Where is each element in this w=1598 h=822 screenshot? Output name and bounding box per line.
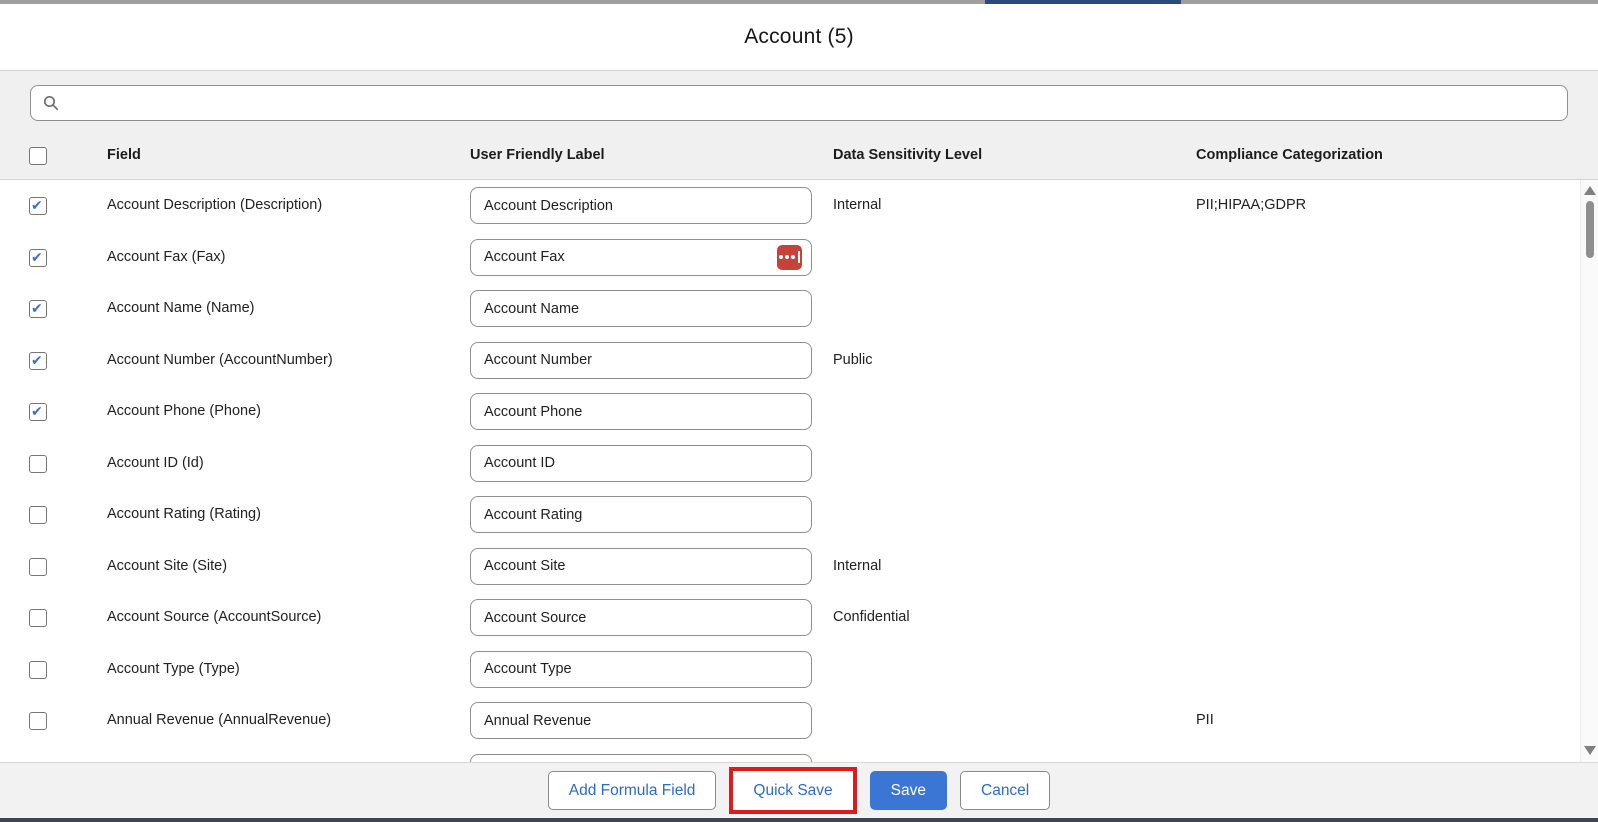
user-friendly-label-input[interactable]	[470, 599, 812, 636]
data-sensitivity-value: Confidential	[833, 592, 910, 644]
field-name: Account ID (Id)	[107, 438, 204, 490]
row-checkbox[interactable]	[29, 712, 47, 730]
user-friendly-label-wrap	[470, 548, 812, 585]
column-header-user-friendly-label: User Friendly Label	[470, 147, 605, 163]
user-friendly-label-wrap	[470, 393, 812, 430]
quick-save-button[interactable]: Quick Save	[733, 771, 852, 810]
row-checkbox[interactable]	[29, 609, 47, 627]
search-icon	[43, 95, 59, 111]
user-friendly-label-wrap	[470, 599, 812, 636]
field-table-body: ✔ Account Description (Description) Inte…	[0, 180, 1598, 762]
table-row: ✔ Annual Revenue (AnnualRevenue) PII	[0, 695, 1598, 747]
title-bar: Account (5)	[0, 4, 1598, 70]
row-checkbox-wrap: ✔	[29, 609, 47, 627]
user-friendly-label-wrap	[470, 342, 812, 379]
bottom-border-line	[0, 818, 1598, 822]
table-row: ✔ Account Phone (Phone)	[0, 386, 1598, 438]
user-friendly-label-wrap	[470, 702, 812, 739]
row-checkbox[interactable]	[29, 455, 47, 473]
annotation-highlight-box: Quick Save	[729, 767, 856, 814]
row-checkbox[interactable]	[29, 506, 47, 524]
table-row: ✔ Account ID (Id)	[0, 438, 1598, 490]
row-checkbox-wrap: ✔	[29, 506, 47, 524]
row-checkbox[interactable]	[29, 352, 47, 370]
field-name: Account Number (AccountNumber)	[107, 335, 333, 387]
compliance-value: PII;HIPAA;GDPR	[1196, 180, 1306, 232]
table-row: ✔ Account Source (AccountSource) Confide…	[0, 592, 1598, 644]
row-checkbox-wrap: ✔	[29, 352, 47, 370]
row-checkbox-wrap: ✔	[29, 300, 47, 318]
row-checkbox[interactable]	[29, 403, 47, 421]
page-title: Account (5)	[744, 25, 854, 49]
row-checkbox-wrap: ✔	[29, 558, 47, 576]
table-row: ✔ Account Rating (Rating)	[0, 489, 1598, 541]
row-checkbox-wrap: ✔	[29, 455, 47, 473]
table-row: ✔ Account Type (Type)	[0, 644, 1598, 696]
add-formula-field-button[interactable]: Add Formula Field	[548, 771, 717, 810]
table-row: ✔ Account Description (Description) Inte…	[0, 180, 1598, 232]
user-friendly-label-input[interactable]	[470, 239, 812, 276]
field-name: Account Source (AccountSource)	[107, 592, 321, 644]
select-all-checkbox-wrap: ✔	[29, 147, 47, 165]
footer-action-bar: Add Formula Field Quick Save Save Cancel	[0, 762, 1598, 818]
cancel-button[interactable]: Cancel	[960, 771, 1050, 810]
row-checkbox[interactable]	[29, 558, 47, 576]
row-checkbox[interactable]	[29, 249, 47, 267]
table-row: ✔ Account Site (Site) Internal	[0, 541, 1598, 593]
user-friendly-label-input[interactable]	[470, 651, 812, 688]
select-all-checkbox[interactable]	[29, 147, 47, 165]
data-sensitivity-value: Public	[833, 335, 873, 387]
user-friendly-label-input[interactable]	[470, 342, 812, 379]
user-friendly-label-wrap	[470, 445, 812, 482]
user-friendly-label-wrap	[470, 651, 812, 688]
user-friendly-label-input[interactable]	[470, 702, 812, 739]
user-friendly-label-input[interactable]	[470, 187, 812, 224]
field-name: Account Phone (Phone)	[107, 386, 261, 438]
user-friendly-label-input[interactable]	[470, 548, 812, 585]
field-name: Annual Revenue (AnnualRevenue)	[107, 695, 331, 747]
field-name: Account Name (Name)	[107, 283, 254, 335]
user-friendly-label-input[interactable]	[470, 496, 812, 533]
table-row: ✔ Account Name (Name)	[0, 283, 1598, 335]
table-row: ✔	[0, 747, 1598, 763]
row-checkbox-wrap: ✔	[29, 712, 47, 730]
table-row: ✔ Account Number (AccountNumber) Public	[0, 335, 1598, 387]
table-row: ✔ Account Fax (Fax)	[0, 232, 1598, 284]
data-sensitivity-value: Internal	[833, 541, 881, 593]
field-name: Account Fax (Fax)	[107, 232, 225, 284]
user-friendly-label-input[interactable]	[470, 445, 812, 482]
row-checkbox-wrap: ✔	[29, 403, 47, 421]
field-name: Account Description (Description)	[107, 180, 322, 232]
column-header-data-sensitivity: Data Sensitivity Level	[833, 147, 982, 163]
column-header-compliance: Compliance Categorization	[1196, 147, 1383, 163]
field-mapping-window: Account (5) ✔ Field User Friendly Label …	[0, 0, 1598, 822]
column-header-field: Field	[107, 147, 141, 163]
user-friendly-label-input[interactable]	[470, 290, 812, 327]
search-box[interactable]	[30, 85, 1568, 121]
row-checkbox[interactable]	[29, 661, 47, 679]
row-checkbox[interactable]	[29, 300, 47, 318]
lastpass-icon[interactable]	[777, 245, 802, 270]
field-name: Account Rating (Rating)	[107, 489, 261, 541]
search-and-header-band: ✔ Field User Friendly Label Data Sensiti…	[0, 70, 1598, 180]
compliance-value: PII	[1196, 695, 1214, 747]
user-friendly-label-wrap	[470, 290, 812, 327]
data-sensitivity-value: Internal	[833, 180, 881, 232]
row-checkbox-wrap: ✔	[29, 197, 47, 215]
field-name: Account Type (Type)	[107, 644, 240, 696]
row-checkbox-wrap: ✔	[29, 249, 47, 267]
user-friendly-label-wrap	[470, 239, 812, 276]
user-friendly-label-input[interactable]	[470, 754, 812, 763]
save-button[interactable]: Save	[870, 771, 947, 810]
row-checkbox[interactable]	[29, 197, 47, 215]
row-checkbox-wrap: ✔	[29, 661, 47, 679]
user-friendly-label-wrap	[470, 754, 812, 763]
field-name: Account Site (Site)	[107, 541, 227, 593]
user-friendly-label-input[interactable]	[470, 393, 812, 430]
search-input[interactable]	[69, 95, 1555, 111]
user-friendly-label-wrap	[470, 187, 812, 224]
user-friendly-label-wrap	[470, 496, 812, 533]
